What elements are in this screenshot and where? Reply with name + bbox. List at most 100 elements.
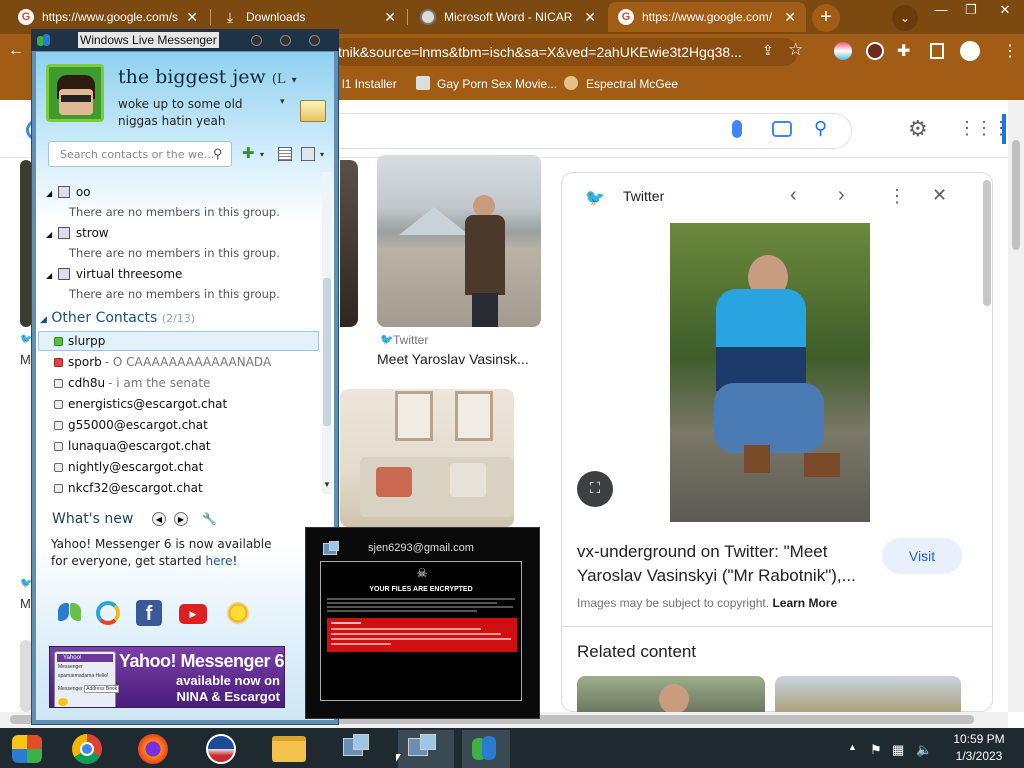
chevron-down-icon[interactable]: ▾ bbox=[280, 96, 285, 107]
list-item[interactable]: sporb - O CAAAAAAAAAAAANADA bbox=[54, 352, 271, 372]
menu-dots-icon[interactable]: ⋮ bbox=[1002, 41, 1018, 61]
file-explorer-taskbar-icon[interactable] bbox=[266, 730, 314, 768]
options-icon[interactable] bbox=[301, 147, 315, 161]
group-header-virtual-threesome[interactable]: ◢ virtual threesome bbox=[46, 266, 182, 281]
obama-taskbar-icon[interactable] bbox=[198, 730, 246, 768]
program-taskbar-icon-active[interactable] bbox=[398, 730, 454, 768]
personal-message[interactable]: woke up to some old niggas hatin yeah bbox=[118, 96, 278, 130]
account-icon[interactable] bbox=[960, 41, 980, 61]
search-icon[interactable]: ⚲ bbox=[814, 118, 827, 139]
more-options-icon[interactable]: ⋮ bbox=[888, 186, 906, 207]
lens-icon[interactable] bbox=[772, 121, 792, 137]
contact-list-scroll-thumb[interactable] bbox=[323, 278, 331, 426]
clock-date[interactable]: 1/3/2023 bbox=[944, 749, 1014, 763]
list-item[interactable]: nightly@escargot.chat bbox=[54, 457, 203, 477]
list-item[interactable]: nkcf32@escargot.chat bbox=[54, 478, 203, 498]
puzzle-icon[interactable]: ✚ bbox=[897, 41, 910, 61]
add-contact-icon[interactable]: ✚ bbox=[242, 146, 258, 162]
network-icon[interactable]: ▦ bbox=[892, 742, 904, 758]
display-name[interactable]: the biggest jew (L ▾ bbox=[118, 66, 297, 88]
search-icon[interactable]: ⚲ bbox=[213, 146, 223, 162]
tab-google-active[interactable]: G https://www.google.com/ ✕ bbox=[608, 2, 806, 32]
address-bar[interactable]: tnik&source=lnms&tbm=isch&sa=X&ved=2ahUK… bbox=[330, 38, 798, 66]
wrench-icon[interactable]: 🔧 bbox=[202, 512, 217, 526]
flag-icon[interactable]: ⚑ bbox=[870, 742, 882, 758]
extension-icon[interactable] bbox=[834, 42, 852, 60]
clock-time[interactable]: 10:59 PM bbox=[944, 732, 1014, 746]
related-thumbnail[interactable] bbox=[775, 676, 961, 712]
image-result-livingroom[interactable] bbox=[340, 389, 514, 527]
image-result-thumbnail[interactable] bbox=[340, 160, 358, 327]
bookmark-installer[interactable]: l1 Installer bbox=[342, 77, 397, 91]
bookmark-link[interactable]: Gay Porn Sex Movie... bbox=[437, 77, 557, 91]
messenger-taskbar-icon[interactable] bbox=[462, 730, 510, 768]
panel-scrollbar[interactable] bbox=[983, 180, 991, 306]
group-header-strow[interactable]: ◢ strow bbox=[46, 225, 109, 240]
next-arrow-icon[interactable]: › bbox=[838, 184, 845, 207]
share-icon[interactable]: ⇪ bbox=[762, 42, 774, 59]
list-item[interactable]: energistics@escargot.chat bbox=[54, 394, 227, 414]
whats-new-link[interactable]: here bbox=[205, 554, 232, 568]
maximize-button[interactable] bbox=[280, 35, 291, 46]
tab-google-search[interactable]: G https://www.google.com/s ✕ bbox=[8, 2, 208, 32]
tab-word-doc[interactable]: Microsoft Word - NICAR ✕ bbox=[410, 2, 606, 32]
chevron-down-icon[interactable]: ▾ bbox=[292, 75, 297, 86]
bookmark-espectral[interactable]: Espectral McGee bbox=[586, 77, 678, 91]
page-scroll-thumb[interactable] bbox=[1012, 140, 1020, 250]
close-icon[interactable]: ✕ bbox=[186, 9, 198, 26]
learn-more-link[interactable]: Learn More bbox=[772, 596, 837, 610]
close-icon[interactable]: ✕ bbox=[584, 9, 596, 26]
close-panel-icon[interactable]: ✕ bbox=[932, 185, 947, 206]
layout-icon[interactable] bbox=[278, 147, 292, 161]
tray-overflow-icon[interactable]: ▲ bbox=[848, 742, 857, 752]
close-icon[interactable]: ✕ bbox=[784, 9, 796, 26]
chrome-taskbar-icon[interactable] bbox=[64, 730, 112, 768]
preview-image[interactable] bbox=[670, 223, 870, 522]
inbox-icon[interactable] bbox=[300, 100, 326, 122]
minimize-button[interactable] bbox=[251, 35, 262, 46]
list-item[interactable]: cdh8u - i am the senate bbox=[54, 373, 210, 393]
program-taskbar-icon[interactable] bbox=[333, 730, 381, 768]
list-item[interactable]: lunaqua@escargot.chat bbox=[54, 436, 211, 456]
google-search-box[interactable] bbox=[300, 113, 852, 149]
list-item[interactable]: g55000@escargot.chat bbox=[54, 415, 208, 435]
facebook-icon[interactable]: f bbox=[136, 600, 162, 626]
visit-button[interactable]: Visit bbox=[882, 538, 962, 574]
panel-title[interactable]: vx-underground on Twitter: "Meet Yarosla… bbox=[577, 540, 873, 588]
bookmark-star-icon[interactable]: ☆ bbox=[788, 40, 803, 60]
chevron-down-icon[interactable]: ▾ bbox=[320, 150, 324, 159]
yahoo-ad-banner[interactable]: Yahoo! Messenger spamarmadama Hello! Mes… bbox=[49, 646, 285, 708]
tab-search-button[interactable]: ⌄ bbox=[892, 5, 918, 31]
msn-butterfly-icon[interactable] bbox=[58, 603, 82, 625]
back-icon[interactable]: ← bbox=[8, 42, 24, 60]
mic-icon[interactable] bbox=[732, 120, 742, 138]
scroll-down-icon[interactable]: ▼ bbox=[323, 480, 331, 489]
result-title[interactable]: Meet Yaroslav Vasinsk... bbox=[377, 351, 541, 367]
group-header-oo[interactable]: ◢ oo bbox=[46, 184, 91, 199]
settings-gear-icon[interactable]: ⚙ bbox=[908, 116, 928, 142]
close-icon[interactable]: ✕ bbox=[384, 9, 396, 26]
list-item[interactable]: slurpp bbox=[54, 331, 105, 351]
volume-icon[interactable]: 🔈 bbox=[916, 742, 932, 758]
maximize-button[interactable]: ❐ bbox=[956, 0, 986, 20]
search-input[interactable]: Search contacts or the we... ⚲ bbox=[48, 141, 232, 167]
avatar[interactable] bbox=[46, 64, 104, 122]
close-window-button[interactable]: ✕ bbox=[990, 0, 1020, 20]
group-header-other-contacts[interactable]: ◢ Other Contacts (2/13) bbox=[40, 310, 195, 326]
related-thumbnail[interactable] bbox=[577, 676, 765, 712]
sidepanel-icon[interactable] bbox=[930, 43, 944, 59]
chevron-down-icon[interactable]: ▾ bbox=[260, 150, 264, 159]
firefox-taskbar-icon[interactable] bbox=[130, 730, 178, 768]
prev-arrow-icon[interactable]: ‹ bbox=[790, 184, 797, 207]
escargot-icon[interactable] bbox=[96, 601, 120, 625]
minimize-button[interactable]: — bbox=[926, 0, 956, 20]
start-button[interactable] bbox=[4, 730, 52, 768]
account-avatar[interactable] bbox=[1002, 114, 1006, 144]
next-arrow-icon[interactable]: ▶ bbox=[174, 512, 188, 526]
youtube-icon[interactable]: ▶ bbox=[179, 604, 207, 624]
new-tab-button[interactable]: + bbox=[812, 4, 840, 32]
profile-extension-icon[interactable] bbox=[866, 42, 884, 60]
close-button[interactable] bbox=[309, 35, 320, 46]
prev-arrow-icon[interactable]: ◀ bbox=[152, 512, 166, 526]
image-result-louvre[interactable] bbox=[377, 155, 541, 327]
